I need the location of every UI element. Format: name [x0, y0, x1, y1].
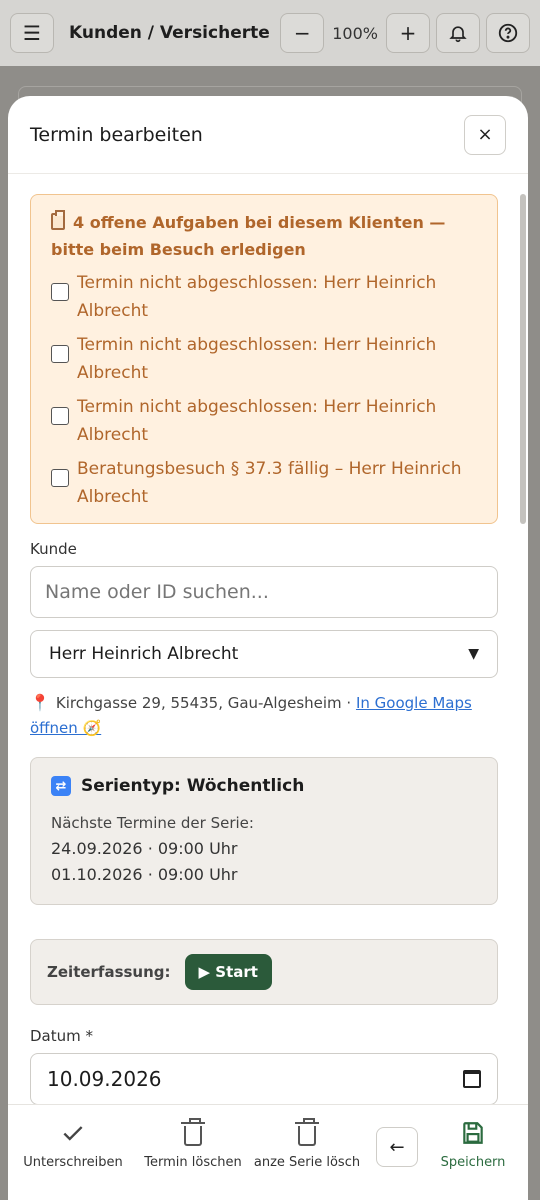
series-subtitle: Nächste Termine der Serie: — [51, 814, 254, 832]
modal-header: Termin bearbeiten × — [8, 96, 528, 174]
action-bar: Unterschreiben Termin löschen anze Serie… — [8, 1104, 528, 1200]
close-icon: × — [477, 124, 493, 145]
modal-body: 4 offene Aufgaben bei diesem Klienten — … — [8, 174, 528, 1104]
task-checkbox[interactable] — [51, 345, 69, 363]
customer-search-input[interactable]: Name oder ID suchen... — [30, 566, 498, 618]
task-item: Termin nicht abgeschlossen: Herr Heinric… — [51, 331, 481, 387]
zoom-level: 100% — [332, 23, 378, 43]
help-button[interactable] — [486, 13, 530, 53]
arrow-left-icon: ← — [389, 1136, 405, 1158]
notifications-button[interactable] — [436, 13, 480, 53]
repeat-icon: ⇄ — [51, 776, 71, 796]
series-date: 24.09.2026 · 09:00 Uhr — [51, 839, 238, 858]
task-item: Termin nicht abgeschlossen: Herr Heinric… — [51, 393, 481, 449]
clipboard-icon — [51, 210, 65, 230]
close-button[interactable]: × — [464, 114, 506, 155]
customer-select[interactable]: Herr Heinrich Albrecht ▼ — [30, 630, 498, 678]
menu-button[interactable]: ☰ — [10, 13, 54, 53]
task-checkbox[interactable] — [51, 407, 69, 425]
scrollbar[interactable] — [520, 194, 526, 524]
task-text: Beratungsbesuch § 37.3 fällig – Herr Hei… — [77, 459, 462, 507]
back-button[interactable]: ← — [376, 1127, 418, 1167]
page-title: Kunden / Versicherte — [69, 23, 270, 43]
back-action: ← — [366, 1117, 428, 1167]
series-date: 01.10.2026 · 09:00 Uhr — [51, 865, 238, 884]
time-tracking: Zeiterfassung: ▶ Start — [30, 939, 498, 1005]
zoom-in-button[interactable]: + — [386, 13, 430, 53]
modal-title: Termin bearbeiten — [30, 123, 203, 146]
delete-series-button[interactable]: anze Serie lösch — [248, 1117, 366, 1170]
chevron-down-icon: ▼ — [468, 646, 479, 662]
bell-icon — [449, 26, 467, 43]
checkmark-icon — [63, 1126, 83, 1141]
start-button[interactable]: ▶ Start — [184, 954, 272, 990]
customer-label: Kunde — [30, 540, 77, 558]
save-button[interactable]: Speichern — [428, 1117, 518, 1170]
customer-address: 📍 Kirchgasse 29, 55435, Gau-Algesheim · I… — [30, 690, 498, 741]
date-input[interactable]: 10.09.2026 — [30, 1053, 498, 1104]
trash-icon — [295, 1118, 319, 1146]
search-placeholder: Name oder ID suchen... — [45, 581, 269, 603]
edit-appointment-modal: Termin bearbeiten × 4 offene Aufgaben be… — [8, 96, 528, 1200]
task-item: Termin nicht abgeschlossen: Herr Heinric… — [51, 269, 481, 325]
series-info: ⇄ Serientyp: Wöchentlich Nächste Termine … — [30, 757, 498, 905]
save-icon — [463, 1122, 483, 1144]
task-text: Termin nicht abgeschlossen: Herr Heinric… — [77, 273, 437, 321]
sign-button[interactable]: Unterschreiben — [8, 1117, 138, 1170]
delete-appointment-button[interactable]: Termin löschen — [138, 1117, 248, 1170]
zoom-out-button[interactable]: − — [280, 13, 325, 53]
date-label: Datum * — [30, 1027, 94, 1045]
task-item: Beratungsbesuch § 37.3 fällig – Herr Hei… — [51, 455, 481, 511]
time-tracking-label: Zeiterfassung: — [47, 963, 171, 981]
calendar-icon[interactable] — [463, 1070, 481, 1088]
task-text: Termin nicht abgeschlossen: Herr Heinric… — [77, 397, 437, 445]
open-tasks-alert: 4 offene Aufgaben bei diesem Klienten — … — [30, 194, 498, 524]
address-text: Kirchgasse 29, 55435, Gau-Algesheim · — [55, 694, 352, 712]
app-bar: ☰ Kunden / Versicherte − 100% + — [0, 0, 540, 66]
alert-title: 4 offene Aufgaben bei diesem Klienten — … — [51, 210, 446, 259]
hamburger-icon: ☰ — [23, 21, 41, 45]
task-checkbox[interactable] — [51, 469, 69, 487]
trash-icon — [181, 1118, 205, 1146]
date-value: 10.09.2026 — [47, 1067, 162, 1091]
help-icon — [498, 23, 518, 43]
task-checkbox[interactable] — [51, 283, 69, 301]
pin-icon: 📍 — [30, 693, 50, 712]
task-text: Termin nicht abgeschlossen: Herr Heinric… — [77, 335, 437, 383]
customer-selected: Herr Heinrich Albrecht — [49, 644, 239, 664]
series-title: ⇄ Serientyp: Wöchentlich — [51, 776, 477, 796]
